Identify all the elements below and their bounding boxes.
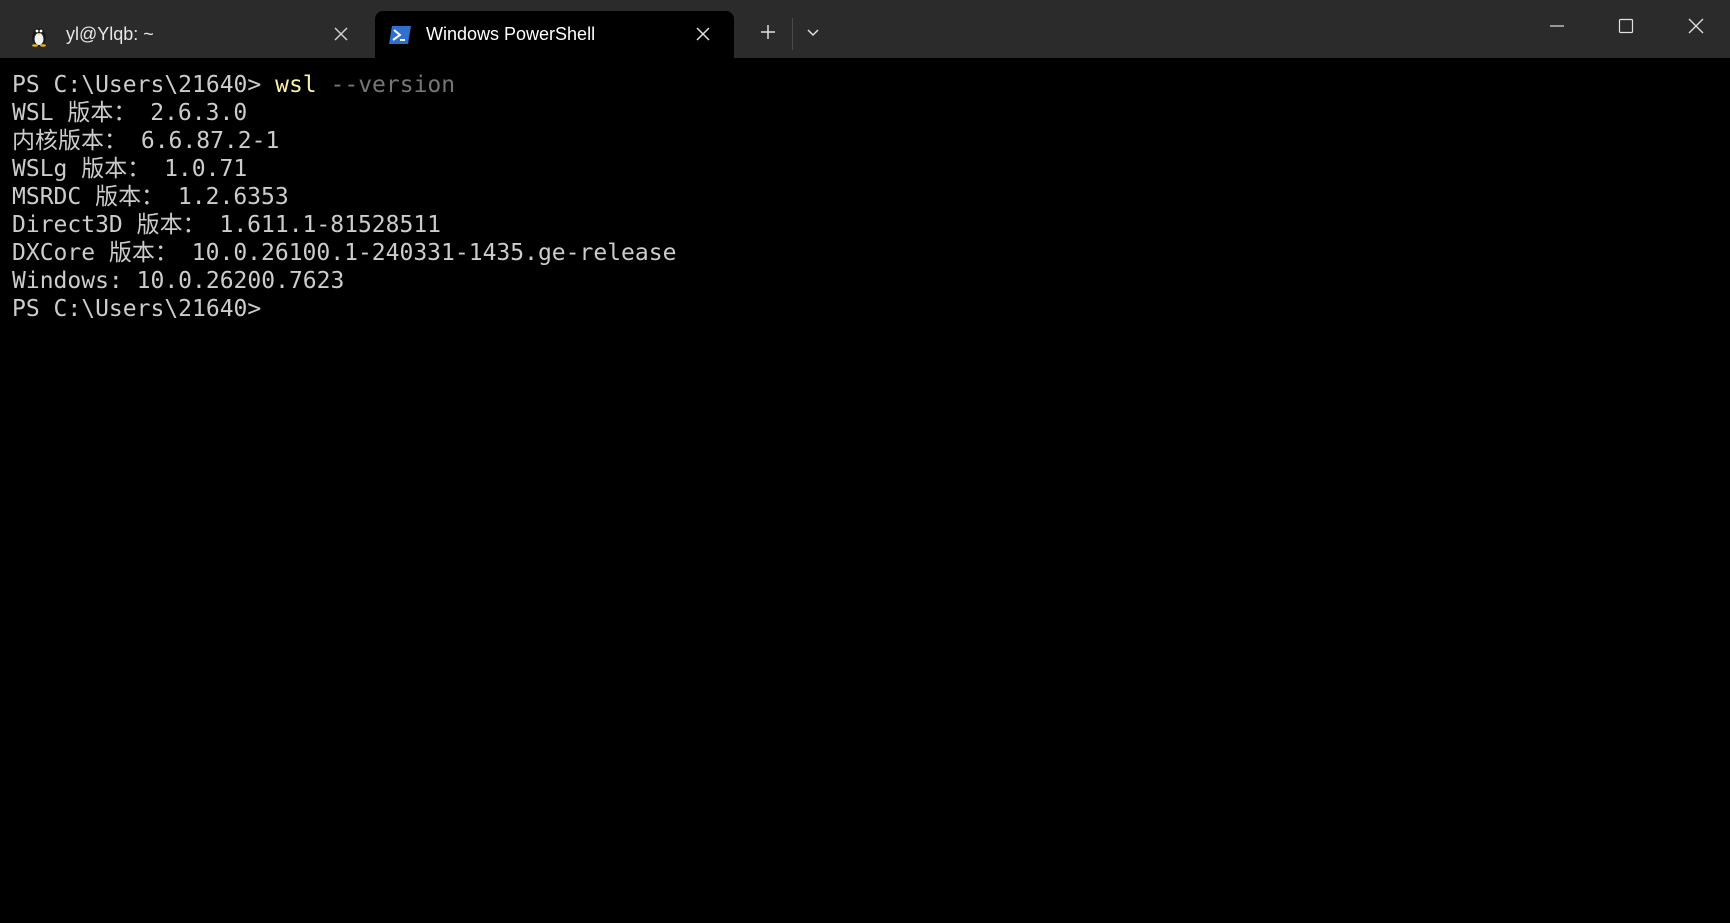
- chevron-down-icon: [805, 24, 821, 45]
- titlebar-divider: [792, 18, 793, 50]
- output-line: Direct3D 版本： 1.611.1-81528511: [12, 212, 442, 238]
- minimize-button[interactable]: [1527, 8, 1587, 48]
- output-line: Windows: 10.0.26200.7623: [12, 268, 345, 294]
- command-line: PS C:\Users\21640> wsl --version: [12, 71, 455, 99]
- tab-label: Windows PowerShell: [426, 24, 596, 44]
- close-icon[interactable]: [332, 25, 350, 43]
- output-line: MSRDC 版本： 1.2.6353: [12, 184, 289, 210]
- new-tab-button[interactable]: [750, 16, 786, 52]
- close-window-button[interactable]: [1666, 8, 1726, 48]
- minimize-icon: [1549, 18, 1565, 39]
- close-icon: [1687, 17, 1705, 40]
- final-prompt: PS C:\Users\21640>: [12, 296, 262, 322]
- terminal-window: yl@Ylqb: ~ Windows PowerShell PS C:\User…: [0, 0, 1730, 923]
- terminal-output[interactable]: PS C:\Users\21640> wsl --version WSL 版本：…: [0, 58, 1730, 923]
- output-line: WSL 版本： 2.6.3.0: [12, 100, 248, 126]
- linux-penguin-icon: [27, 23, 51, 47]
- tab-label: yl@Ylqb: ~: [66, 24, 154, 44]
- output-line: DXCore 版本： 10.0.26100.1-240331-1435.ge-r…: [12, 240, 677, 266]
- maximize-icon: [1618, 18, 1634, 39]
- output-line: 内核版本： 6.6.87.2-1: [12, 128, 280, 154]
- title-bar: yl@Ylqb: ~ Windows PowerShell: [0, 0, 1730, 58]
- command-text: wsl: [275, 72, 317, 98]
- argument-text: --version: [316, 72, 456, 98]
- prompt-text: PS C:\Users\21640>: [12, 72, 276, 98]
- powershell-icon: [388, 23, 412, 47]
- close-icon[interactable]: [694, 25, 712, 43]
- plus-icon: [759, 23, 777, 46]
- tab-powershell[interactable]: Windows PowerShell: [375, 11, 734, 58]
- tab-dropdown-button[interactable]: [795, 16, 831, 52]
- tab-ubuntu[interactable]: yl@Ylqb: ~: [10, 11, 372, 58]
- maximize-button[interactable]: [1596, 8, 1656, 48]
- output-line: WSLg 版本： 1.0.71: [12, 156, 248, 182]
